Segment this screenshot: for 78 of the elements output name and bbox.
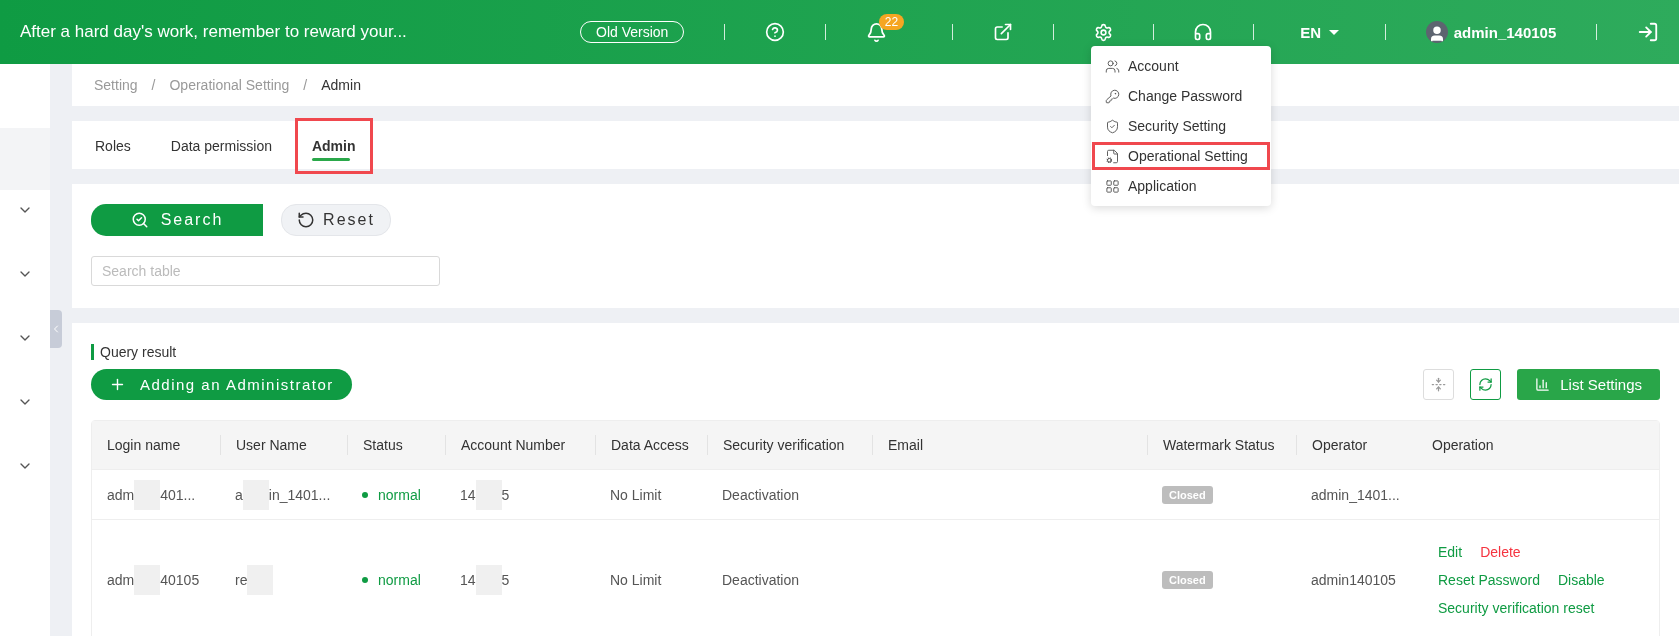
notification-badge: 22 <box>878 14 905 30</box>
column-header: Operator <box>1296 435 1417 455</box>
table-cell: No Limit <box>610 486 662 503</box>
table-cell: Deactivation <box>722 486 800 503</box>
menu-item[interactable]: Operational Setting <box>1092 142 1270 170</box>
breadcrumb-item[interactable]: Setting <box>94 77 138 93</box>
action-link[interactable]: Security verification reset <box>1438 599 1595 616</box>
avatar-icon[interactable] <box>1425 21 1448 43</box>
search-button[interactable]: Search <box>91 204 263 236</box>
table-cell: 401... <box>160 486 196 503</box>
add-admin-button[interactable]: Adding an Administrator <box>91 369 352 400</box>
compact-icon[interactable] <box>1423 369 1455 400</box>
table-cell: a <box>235 486 243 503</box>
search-field[interactable]: Search table <box>91 256 440 286</box>
status-tag: Closed <box>1162 570 1213 589</box>
bell-icon[interactable] <box>865 21 887 43</box>
status-text: normal <box>362 486 421 503</box>
table-cell: 40105 <box>160 571 200 588</box>
column-header: Watermark Status <box>1147 435 1296 455</box>
collapse-handle[interactable] <box>50 310 62 348</box>
section-title: Query result <box>91 344 177 360</box>
table-cell: admin_1401... <box>1311 486 1400 503</box>
breadcrumb-item[interactable]: Admin <box>321 77 361 93</box>
username[interactable]: admin_140105 <box>1453 23 1557 41</box>
column-header: Operation <box>1431 436 1495 455</box>
table-cell: re <box>235 571 248 588</box>
column-header: Data Access <box>595 435 707 455</box>
breadcrumb-item[interactable]: Operational Setting <box>169 77 290 93</box>
headset-icon[interactable] <box>1193 22 1214 42</box>
menu-item[interactable]: Application <box>1092 172 1270 200</box>
file-gear-icon <box>1105 148 1120 164</box>
column-header: Status <box>347 435 445 455</box>
refresh-icon[interactable] <box>1470 369 1502 400</box>
bar-chart-icon <box>1535 377 1551 392</box>
column-header: User Name <box>220 435 347 455</box>
breadcrumb-separator: / <box>151 77 156 93</box>
table-cell: 5 <box>501 486 510 503</box>
search-icon <box>130 211 149 229</box>
status-tag: Closed <box>1162 485 1213 504</box>
menu-item[interactable]: Change Password <box>1092 82 1270 110</box>
settings-icon[interactable] <box>1093 22 1113 42</box>
plus-icon <box>109 376 126 393</box>
list-settings-button[interactable]: List Settings <box>1517 369 1660 400</box>
logout-icon[interactable] <box>1637 21 1660 43</box>
tab[interactable]: Data permission <box>153 118 289 174</box>
column-header: Security verification <box>707 435 872 455</box>
users-icon <box>1105 58 1120 74</box>
help-icon[interactable] <box>765 22 786 42</box>
breadcrumb-separator: / <box>303 77 308 93</box>
reset-button[interactable]: Reset <box>281 204 391 236</box>
action-link[interactable]: Reset Password <box>1438 571 1540 588</box>
column-header: Account Number <box>445 435 595 455</box>
key-icon <box>1105 88 1120 104</box>
action-link[interactable]: Delete <box>1480 543 1521 560</box>
header-slogan: After a hard day's work, remember to reward your... <box>20 22 408 42</box>
column-header: Email <box>872 435 1147 455</box>
table-cell: 5 <box>501 571 510 588</box>
tab[interactable]: Roles <box>78 118 148 174</box>
grid-icon <box>1105 178 1120 194</box>
external-link-icon[interactable] <box>992 22 1013 42</box>
table-cell: 14 <box>460 486 476 503</box>
column-header: Login name <box>106 436 182 455</box>
menu-item[interactable]: Security Setting <box>1092 112 1270 140</box>
table-cell: No Limit <box>610 571 662 588</box>
table-cell: 14 <box>460 571 476 588</box>
table-cell: adm <box>107 486 135 503</box>
table-cell: adm <box>107 571 135 588</box>
table-cell: admin140105 <box>1311 571 1396 588</box>
tab[interactable]: Admin <box>294 118 373 174</box>
menu-item[interactable]: Account <box>1092 52 1270 80</box>
table-cell: Deactivation <box>722 571 800 588</box>
reset-icon <box>297 211 316 229</box>
table-cell: in_1401... <box>268 486 331 503</box>
language-dropdown[interactable]: EN <box>1294 22 1345 42</box>
action-link[interactable]: Disable <box>1557 571 1605 588</box>
status-text: normal <box>362 571 421 588</box>
shield-check-icon <box>1105 118 1120 134</box>
action-link[interactable]: Edit <box>1438 543 1463 560</box>
